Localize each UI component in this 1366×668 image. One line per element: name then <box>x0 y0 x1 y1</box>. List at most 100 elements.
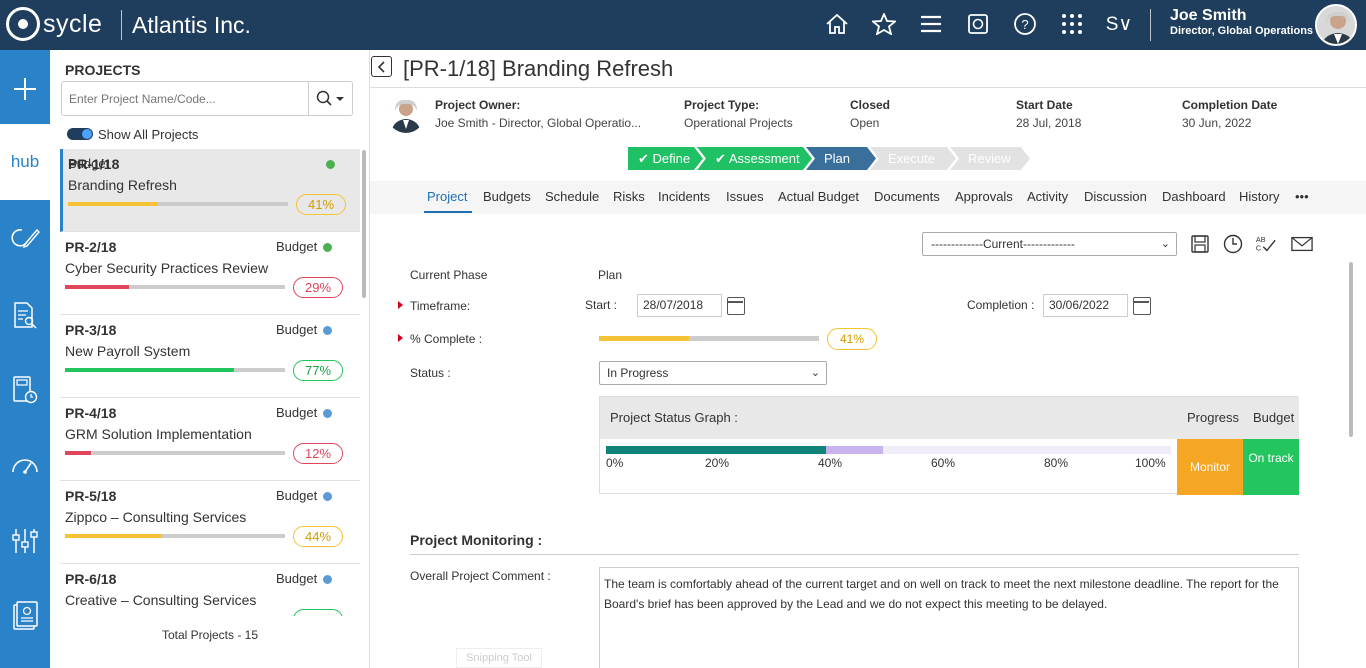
sliders-icon[interactable] <box>0 521 50 561</box>
status-select-value: In Progress <box>607 366 669 380</box>
app-logo[interactable]: sycle <box>6 7 102 41</box>
required-marker <box>398 301 403 309</box>
tab-dashboard[interactable]: Dashboard <box>1162 189 1226 204</box>
start-date-label: Start Date <box>1016 98 1073 112</box>
phase-label: Execute <box>888 151 935 166</box>
help-icon[interactable]: ? <box>1010 11 1040 37</box>
completion-date-field[interactable]: 30/06/2022 <box>1043 294 1128 317</box>
tab-activity[interactable]: Activity <box>1027 189 1068 204</box>
search-dropdown-button[interactable] <box>308 81 353 116</box>
budget-status-dot <box>326 160 335 169</box>
phase-step-assessment[interactable]: ✔ Assessment <box>697 147 812 170</box>
show-all-projects-toggle[interactable] <box>67 128 93 140</box>
more-tabs-button[interactable]: ••• <box>1295 189 1309 204</box>
calculator-clock-icon[interactable] <box>0 370 50 410</box>
calendar-icon[interactable] <box>1133 297 1151 315</box>
project-list-item[interactable]: PR-5/18 Budget Zippco – Consulting Service… <box>60 481 360 564</box>
project-owner: Project Owner: Joe Smith - Director, Glo… <box>435 98 641 130</box>
tab-approvals[interactable]: Approvals <box>955 189 1013 204</box>
project-code: PR-5/18 <box>65 488 117 504</box>
version-select[interactable]: -------------Current------------- ⌄ <box>922 232 1177 256</box>
project-name: Zippco – Consulting Services <box>65 509 247 525</box>
apps-grid-icon[interactable] <box>1057 11 1087 37</box>
completion-date-value: 30 Jun, 2022 <box>1182 116 1252 130</box>
svg-text:?: ? <box>1021 17 1028 32</box>
graph-header: Project Status Graph : Progress Budget <box>600 397 1299 439</box>
project-list: PR-1/18 Budget Branding Refresh 41% PR-2/18 B… <box>60 149 360 616</box>
main-scrollbar[interactable] <box>1349 262 1353 437</box>
report-icon[interactable] <box>0 596 50 636</box>
clock-icon[interactable] <box>1222 233 1244 255</box>
phase-step-review[interactable]: Review <box>950 147 1030 170</box>
star-icon[interactable] <box>869 11 899 37</box>
completion-date-label: Completion Date <box>1182 98 1278 112</box>
project-list-scrollbar[interactable] <box>362 150 366 298</box>
email-icon[interactable] <box>1291 233 1313 255</box>
status-label: Status : <box>410 366 451 380</box>
budget-label: Budget <box>276 488 318 503</box>
project-code: PR-3/18 <box>65 322 117 338</box>
phase-step-define[interactable]: ✔ Define <box>628 147 703 170</box>
gauge-icon[interactable] <box>0 445 50 485</box>
budget-status-dot <box>323 326 332 335</box>
graph-budget-header: Budget <box>1253 410 1295 425</box>
add-icon[interactable] <box>0 69 50 109</box>
overall-comment-textarea[interactable]: The team is comfortably ahead of the cur… <box>599 567 1299 668</box>
projects-panel-title: PROJECTS <box>65 62 141 78</box>
tab-schedule[interactable]: Schedule <box>545 189 599 204</box>
tab-budgets[interactable]: Budgets <box>483 189 531 204</box>
project-list-item[interactable]: PR-4/18 Budget GRM Solution Implementation… <box>60 398 360 481</box>
phase-step-execute[interactable]: Execute <box>870 147 956 170</box>
total-projects: Total Projects - 15 <box>161 628 259 642</box>
s-dropdown[interactable]: S∨ <box>1104 11 1134 37</box>
calendar-icon[interactable] <box>727 297 745 315</box>
tab-actual-budget[interactable]: Actual Budget <box>778 189 859 204</box>
dashboard-icon[interactable] <box>963 11 993 37</box>
actual-progress-segment <box>606 446 827 454</box>
budget-label: Budget <box>276 239 318 254</box>
graph-progress-header: Progress <box>1187 410 1240 425</box>
user-avatar[interactable] <box>1315 4 1357 46</box>
closed-label: Closed <box>850 98 891 112</box>
tab-history[interactable]: History <box>1239 189 1279 204</box>
menu-icon[interactable] <box>916 11 946 37</box>
document-search-icon[interactable] <box>0 295 50 335</box>
tab-discussion[interactable]: Discussion <box>1084 189 1147 204</box>
budget-label: Budget <box>276 405 318 420</box>
user-divider <box>1150 9 1151 41</box>
project-list-item[interactable]: PR-3/18 Budget New Payroll System 77% <box>60 315 360 398</box>
start-label: Start : <box>585 298 618 312</box>
search-icon <box>316 90 344 106</box>
tab-incidents[interactable]: Incidents <box>658 189 710 204</box>
status-select[interactable]: In Progress ⌄ <box>599 361 827 385</box>
graph-tick-label: 80% <box>1044 456 1069 470</box>
hub-nav-item[interactable]: hub <box>0 124 50 200</box>
active-tab-indicator <box>424 211 472 213</box>
project-search-input[interactable] <box>61 81 309 116</box>
timeframe-label: Timeframe: <box>410 299 471 313</box>
percent-complete-bar[interactable] <box>599 336 819 341</box>
project-code: PR-2/18 <box>65 239 117 255</box>
tab-documents[interactable]: Documents <box>874 189 940 204</box>
project-list-item[interactable]: PR-1/18 Budget Branding Refresh 41% <box>60 149 360 232</box>
tab-issues[interactable]: Issues <box>726 189 764 204</box>
spellcheck-icon[interactable]: AB C <box>1255 233 1277 255</box>
start-date-field[interactable]: 28/07/2018 <box>637 294 722 317</box>
project-progress-fill <box>68 202 159 206</box>
back-button[interactable] <box>371 56 392 77</box>
project-list-item[interactable]: PR-6/18 Budget Creative – Consulting Servi… <box>60 564 360 616</box>
project-progress-fill <box>65 451 92 455</box>
phase-step-plan[interactable]: Plan <box>806 147 876 170</box>
phase-label: Plan <box>824 151 851 166</box>
home-icon[interactable] <box>822 11 852 37</box>
project-list-item[interactable]: PR-2/18 Budget Cyber Security Practices Re… <box>60 232 360 315</box>
project-name: Branding Refresh <box>68 177 177 193</box>
phase-label: Assessment <box>728 151 800 166</box>
tab-project[interactable]: Project <box>427 189 467 204</box>
refresh-edit-icon[interactable] <box>0 218 50 258</box>
project-name: GRM Solution Implementation <box>65 426 252 442</box>
tab-risks[interactable]: Risks <box>613 189 645 204</box>
user-name[interactable]: Joe Smith <box>1170 7 1246 25</box>
save-icon[interactable] <box>1189 233 1211 255</box>
header-divider <box>121 10 122 40</box>
